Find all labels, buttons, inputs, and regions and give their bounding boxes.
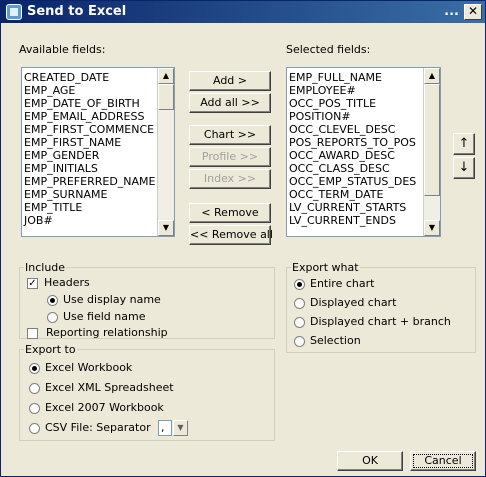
excel-2007-workbook-radio[interactable] xyxy=(29,403,40,414)
scroll-up-icon: ▲ xyxy=(162,71,170,80)
selected-item[interactable]: POSITION# xyxy=(289,110,351,123)
displayed-chart-radio[interactable] xyxy=(294,298,305,309)
add-all-button[interactable]: Add all >> xyxy=(189,93,271,113)
close-button[interactable]: ✕ xyxy=(464,4,482,20)
scroll-down-icon: ▼ xyxy=(428,223,436,232)
remove-all-button[interactable]: << Remove all xyxy=(189,225,273,245)
selected-item[interactable]: OCC_CLEVEL_DESC xyxy=(289,123,395,136)
selection-radio[interactable] xyxy=(294,336,305,347)
headers-label: Headers xyxy=(44,276,90,289)
csv-file-label: CSV File: Separator xyxy=(45,421,151,434)
excel-xml-spreadsheet-label: Excel XML Spreadsheet xyxy=(45,381,174,394)
check-icon: ✓ xyxy=(28,278,37,289)
selected-item[interactable]: LV_CURRENT_ENDS xyxy=(289,214,396,227)
available-item[interactable]: JOB# xyxy=(24,214,53,227)
reporting-relationship-label: Reporting relationship xyxy=(46,326,168,339)
ok-button[interactable]: OK xyxy=(337,451,403,471)
use-field-name-label: Use field name xyxy=(63,310,146,323)
reporting-relationship-checkbox[interactable] xyxy=(27,328,38,339)
selected-item[interactable]: EMP_FULL_NAME xyxy=(289,71,382,84)
include-legend: Include xyxy=(24,261,67,274)
available-item[interactable]: EMP_INITIALS xyxy=(24,162,98,175)
close-icon: ✕ xyxy=(467,4,479,18)
excel-workbook-radio[interactable] xyxy=(29,363,40,374)
available-item[interactable]: EMP_AGE xyxy=(24,84,75,97)
excel-2007-workbook-label: Excel 2007 Workbook xyxy=(45,401,164,414)
use-display-name-label: Use display name xyxy=(63,293,161,306)
available-item[interactable]: EMP_EMAIL_ADDRESS xyxy=(24,110,144,123)
available-item[interactable]: EMP_FIRST_COMMENCE xyxy=(24,123,154,136)
available-item[interactable]: EMP_DATE_OF_BIRTH xyxy=(24,97,140,110)
displayed-chart-branch-label: Displayed chart + branch xyxy=(310,315,451,328)
arrow-down-icon: ↓ xyxy=(458,160,470,175)
selected-item[interactable]: OCC_EMP_STATUS_DES xyxy=(289,175,416,188)
arrow-up-icon: ↑ xyxy=(458,136,470,151)
available-item[interactable]: EMP_SURNAME xyxy=(24,188,107,201)
selected-item[interactable]: LV_CURRENT_STARTS xyxy=(289,201,406,214)
selection-label: Selection xyxy=(310,334,361,347)
scroll-thumb[interactable] xyxy=(424,84,440,196)
selected-fields-label: Selected fields: xyxy=(286,43,371,56)
available-item[interactable]: CREATED_DATE xyxy=(24,71,109,84)
entire-chart-label: Entire chart xyxy=(310,277,375,290)
send-to-excel-dialog: Send to Excel ... ✕ Available fields: CR… xyxy=(0,0,486,477)
excel-app-icon xyxy=(6,4,22,20)
chart-button[interactable]: Chart >> xyxy=(189,125,271,145)
profile-button[interactable]: Profile >> xyxy=(189,147,271,167)
selected-fields-list[interactable]: EMP_FULL_NAME EMPLOYEE# OCC_POS_TITLE POSIT… xyxy=(286,67,441,237)
selected-item[interactable]: OCC_TERM_DATE xyxy=(289,188,383,201)
export-what-legend: Export what xyxy=(291,261,360,274)
scroll-down-icon: ▼ xyxy=(162,223,170,232)
add-button[interactable]: Add > xyxy=(189,71,271,91)
available-item[interactable]: EMP_GENDER xyxy=(24,149,99,162)
selected-item[interactable]: EMPLOYEE# xyxy=(289,84,356,97)
separator-dropdown[interactable]: ▼ xyxy=(173,420,188,436)
selected-item[interactable]: POS_REPORTS_TO_POS xyxy=(289,136,416,149)
title-bar[interactable]: Send to Excel ... ✕ xyxy=(1,1,485,23)
displayed-chart-branch-radio[interactable] xyxy=(294,317,305,328)
dialog-title: Send to Excel xyxy=(27,4,127,19)
move-down-button[interactable]: ↓ xyxy=(453,157,475,179)
remove-button[interactable]: < Remove xyxy=(189,203,271,223)
cancel-button[interactable]: Cancel xyxy=(410,451,476,471)
export-to-legend: Export to xyxy=(24,343,77,356)
scroll-up-button[interactable]: ▲ xyxy=(158,68,174,84)
available-item[interactable]: EMP_PREFERRED_NAME xyxy=(24,175,155,188)
selected-item[interactable]: OCC_CLASS_DESC xyxy=(289,162,390,175)
available-list-scrollbar[interactable]: ▲ ▼ xyxy=(157,68,174,236)
move-up-button[interactable]: ↑ xyxy=(453,133,475,155)
entire-chart-radio[interactable] xyxy=(294,279,305,290)
displayed-chart-label: Displayed chart xyxy=(310,296,397,309)
excel-workbook-label: Excel Workbook xyxy=(45,361,133,374)
scroll-thumb[interactable] xyxy=(158,84,174,110)
available-fields-list[interactable]: CREATED_DATE EMP_AGE EMP_DATE_OF_BIRTH EMP_… xyxy=(21,67,175,237)
scroll-down-button[interactable]: ▼ xyxy=(424,220,440,236)
csv-file-radio[interactable] xyxy=(29,423,40,434)
index-button[interactable]: Index >> xyxy=(189,169,271,189)
available-fields-label: Available fields: xyxy=(19,43,106,56)
headers-checkbox[interactable]: ✓ xyxy=(27,278,38,289)
chevron-down-icon: ▼ xyxy=(177,423,184,432)
selected-list-scrollbar[interactable]: ▲ ▼ xyxy=(423,68,440,236)
separator-input[interactable]: , xyxy=(158,420,172,436)
selected-item[interactable]: OCC_AWARD_DESC xyxy=(289,149,395,162)
available-item[interactable]: EMP_FIRST_NAME xyxy=(24,136,121,149)
scroll-up-button[interactable]: ▲ xyxy=(424,68,440,84)
use-field-name-radio[interactable] xyxy=(47,312,58,323)
title-ellipsis: ... xyxy=(444,4,459,19)
available-item[interactable]: EMP_TITLE xyxy=(24,201,82,214)
selected-item[interactable]: OCC_POS_TITLE xyxy=(289,97,376,110)
use-display-name-radio[interactable] xyxy=(47,295,58,306)
scroll-up-icon: ▲ xyxy=(428,71,436,80)
excel-xml-spreadsheet-radio[interactable] xyxy=(29,383,40,394)
scroll-down-button[interactable]: ▼ xyxy=(158,220,174,236)
